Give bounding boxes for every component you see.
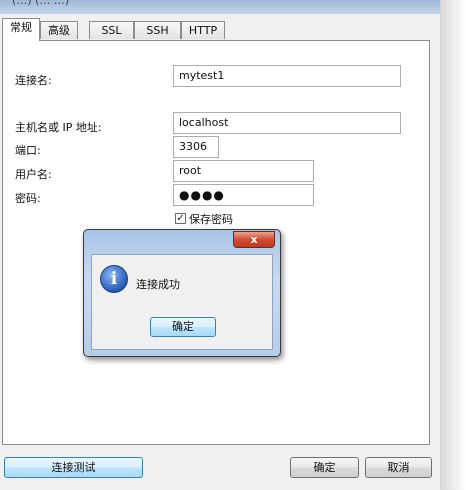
- test-connection-button[interactable]: 连接测试: [4, 457, 143, 478]
- message-ok-button[interactable]: 确定: [150, 317, 216, 337]
- cancel-button[interactable]: 取消: [365, 457, 432, 478]
- window-titlebar: (…) (… …): [0, 0, 466, 14]
- info-icon: i: [100, 265, 128, 293]
- message-body: i 连接成功 确定: [91, 254, 273, 350]
- close-icon[interactable]: x: [233, 231, 275, 248]
- tab-ssl[interactable]: SSL: [89, 21, 134, 39]
- tab-general[interactable]: 常规: [2, 18, 40, 41]
- message-box: x i 连接成功 确定: [83, 229, 281, 357]
- port-label: 端口:: [15, 144, 41, 157]
- window-title: (…) (… …): [12, 0, 70, 7]
- username-label: 用户名:: [15, 168, 52, 181]
- port-input[interactable]: 3306: [173, 136, 219, 158]
- tab-ssh[interactable]: SSH: [134, 21, 181, 39]
- tab-advanced[interactable]: 高级: [40, 21, 78, 39]
- password-input[interactable]: ●●●●: [173, 184, 314, 206]
- save-password-checkbox[interactable]: ✓: [175, 213, 186, 224]
- host-label: 主机名或 IP 地址:: [15, 121, 102, 134]
- connection-name-label: 连接名:: [15, 74, 52, 87]
- tab-http[interactable]: HTTP: [181, 21, 225, 39]
- save-password-label[interactable]: 保存密码: [189, 211, 233, 227]
- username-input[interactable]: root: [173, 160, 314, 182]
- connection-name-input[interactable]: mytest1: [173, 65, 401, 87]
- window-edge: [440, 0, 466, 490]
- password-label: 密码:: [15, 192, 41, 205]
- ok-button[interactable]: 确定: [290, 457, 359, 478]
- message-text: 连接成功: [136, 278, 180, 291]
- host-input[interactable]: localhost: [173, 112, 401, 134]
